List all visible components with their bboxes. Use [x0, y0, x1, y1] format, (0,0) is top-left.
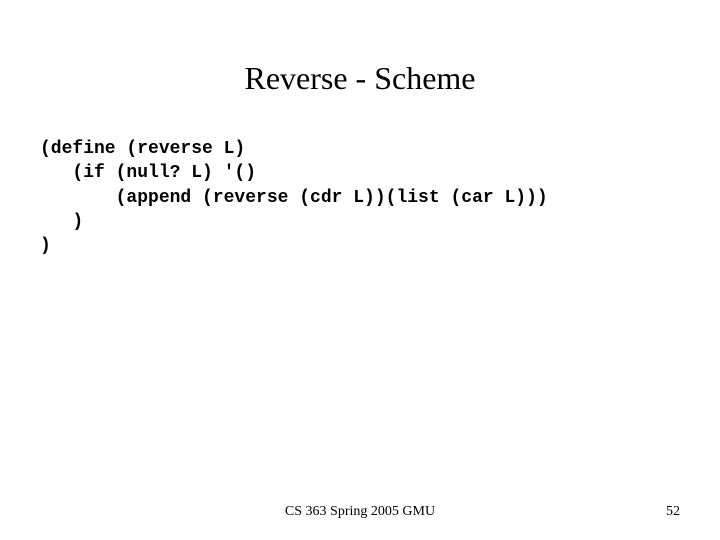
slide-container: Reverse - Scheme (define (reverse L) (if…: [0, 0, 720, 540]
page-number: 52: [666, 504, 680, 520]
code-block: (define (reverse L) (if (null? L) '() (a…: [40, 137, 680, 258]
footer: CS 363 Spring 2005 GMU: [0, 504, 720, 520]
slide-title: Reverse - Scheme: [40, 60, 680, 97]
footer-text: CS 363 Spring 2005 GMU: [285, 504, 435, 520]
